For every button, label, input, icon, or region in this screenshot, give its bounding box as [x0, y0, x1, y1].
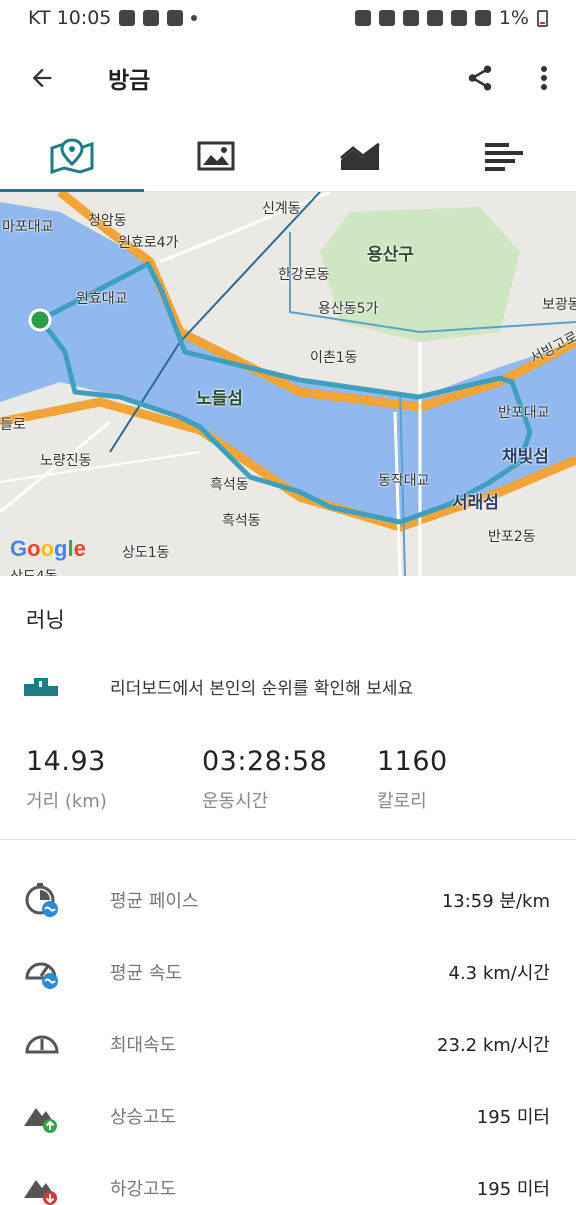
- detail-row-elevation-gain: 상승고도 195 미터: [0, 1080, 576, 1152]
- detail-value: 4.3 km/시간: [448, 963, 551, 984]
- app-bar: 방금: [0, 36, 576, 120]
- google-logo: Google: [10, 536, 86, 561]
- calories-value: 1160: [377, 746, 448, 777]
- tab-photos[interactable]: [144, 120, 288, 192]
- map-label: 청암동: [88, 213, 127, 229]
- map-label: 노들섬: [196, 389, 243, 409]
- map-label: 상도1동: [122, 545, 170, 561]
- detail-label: 하강고도: [110, 1179, 177, 1200]
- detail-row-avg-speed: 평균 속도 4.3 km/시간: [0, 936, 576, 1008]
- share-button[interactable]: [448, 36, 512, 120]
- distance-stat: 14.93 거리 (km): [26, 746, 107, 813]
- pace-icon: [25, 883, 58, 917]
- tab-chart[interactable]: [288, 120, 432, 192]
- map-label: 보광동: [542, 297, 576, 313]
- detail-list: 평균 페이스 13:59 분/km 평균 속도 4.3 km/시간 최대속도 2…: [0, 864, 576, 1205]
- app-notification-icon: [143, 10, 160, 26]
- map-label: 서래섬: [452, 493, 499, 513]
- map-canvas: [0, 192, 576, 576]
- map-label: 원효대교: [76, 291, 128, 307]
- map-label: 원효로4가: [118, 235, 179, 251]
- list-bars-icon: [485, 143, 523, 171]
- tab-map[interactable]: [0, 120, 144, 193]
- detail-row-avg-pace: 평균 페이스 13:59 분/km: [0, 864, 576, 936]
- elevation-loss-icon: [24, 1180, 57, 1205]
- map-label: 신계동: [262, 201, 301, 217]
- map-label: 용산동5가: [318, 301, 379, 317]
- map-label: 반포대교: [498, 405, 550, 421]
- tab-bar: [0, 120, 576, 193]
- elevation-gain-icon: [24, 1108, 57, 1133]
- status-bar: KT 10:05 1%: [0, 0, 576, 36]
- map-label: 흑석동: [210, 477, 249, 493]
- distance-value: 14.93: [26, 746, 106, 777]
- map-label: 용산구: [367, 245, 414, 265]
- map-label: 한강로동: [278, 267, 330, 283]
- 5g-icon: [450, 10, 467, 26]
- map-label: 노량진동: [40, 453, 92, 469]
- detail-row-max-speed: 최대속도 23.2 km/시간: [0, 1008, 576, 1080]
- detail-value: 195 미터: [476, 1107, 550, 1128]
- status-carrier-time: KT 10:05: [28, 7, 112, 29]
- map-label: 들로: [0, 417, 26, 433]
- alarm-icon: [354, 10, 371, 26]
- route-map[interactable]: 마포대교 청암동 원효로4가 신계동 용산구 한강로동 원효대교 용산동5가 보…: [0, 192, 576, 576]
- gallery-notification-icon: [167, 10, 184, 26]
- detail-label: 평균 페이스: [110, 891, 199, 912]
- more-options-button[interactable]: [512, 36, 576, 120]
- detail-row-elevation-loss: 하강고도 195 미터: [0, 1152, 576, 1205]
- speedometer-max-icon: [25, 1035, 59, 1054]
- calories-label: 칼로리: [377, 791, 427, 812]
- back-button[interactable]: [0, 36, 84, 120]
- tab-stats[interactable]: [432, 120, 576, 192]
- signal-icon: [474, 10, 491, 26]
- battery-percent: 1%: [498, 7, 529, 29]
- duration-stat: 03:28:58 운동시간: [202, 746, 327, 813]
- divider: [0, 839, 576, 840]
- distance-label: 거리 (km): [26, 791, 107, 812]
- hd-icon: [426, 10, 443, 26]
- map-label: 반포2동: [488, 529, 536, 545]
- mute-icon: [378, 10, 395, 26]
- detail-value: 13:59 분/km: [441, 891, 550, 912]
- detail-label: 평균 속도: [110, 963, 182, 984]
- map-label: 이촌1동: [310, 350, 358, 366]
- map-label: 동작대교: [378, 473, 430, 489]
- detail-label: 상승고도: [110, 1107, 177, 1128]
- map-label: 채빛섬: [502, 447, 549, 467]
- map-pin-icon: [50, 138, 94, 174]
- activity-type: 러닝: [26, 608, 65, 632]
- detail-value: 195 미터: [476, 1179, 550, 1200]
- map-label: 흑석동: [222, 513, 261, 529]
- podium-icon: [24, 678, 58, 696]
- talk-notification-icon: [119, 10, 136, 26]
- map-label: 상도4동: [10, 566, 58, 576]
- detail-value: 23.2 km/시간: [437, 1035, 550, 1056]
- area-chart-icon: [340, 142, 380, 170]
- image-icon: [197, 141, 235, 171]
- main-stats: 14.93 거리 (km) 03:28:58 운동시간 1160 칼로리: [0, 746, 576, 826]
- page-title: 방금: [108, 68, 151, 94]
- share-icon: [468, 65, 492, 91]
- duration-label: 운동시간: [202, 791, 269, 812]
- more-notifications-icon: [191, 15, 198, 21]
- battery-icon: [537, 9, 548, 27]
- leaderboard-text: 리더보드에서 본인의 순위를 확인해 보세요: [110, 678, 414, 699]
- duration-value: 03:28:58: [202, 746, 328, 777]
- leaderboard-banner[interactable]: 리더보드에서 본인의 순위를 확인해 보세요: [0, 660, 576, 712]
- start-marker: [28, 308, 52, 332]
- map-label: 마포대교: [2, 219, 54, 235]
- speedometer-avg-icon: [25, 962, 58, 989]
- calories-stat: 1160 칼로리: [377, 746, 448, 813]
- more-vert-icon: [541, 66, 547, 90]
- arrow-back-icon: [32, 68, 52, 88]
- detail-label: 최대속도: [110, 1035, 177, 1056]
- location-icon: [402, 10, 419, 26]
